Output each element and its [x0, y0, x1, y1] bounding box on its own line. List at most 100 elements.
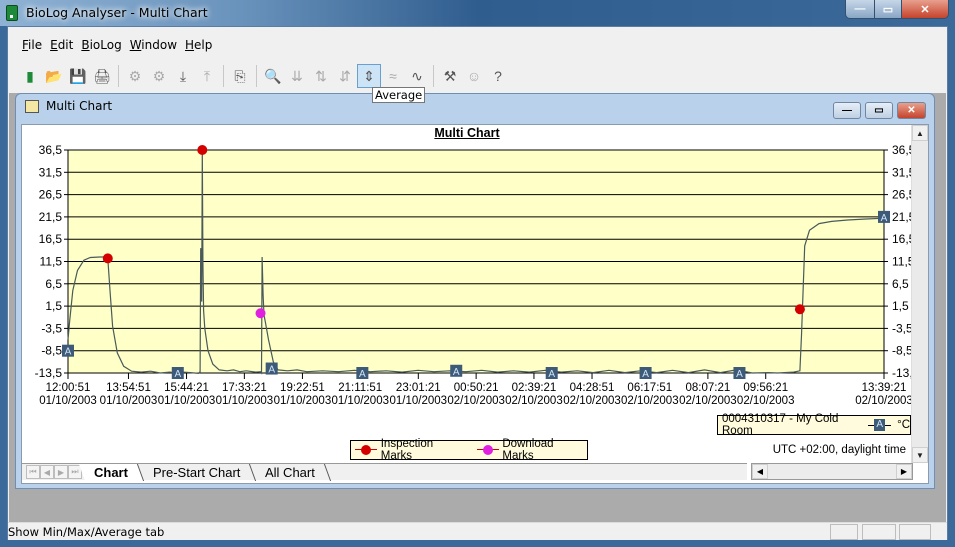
scroll-left-button[interactable]: ◀	[752, 464, 768, 479]
average-marker-label: A	[174, 369, 181, 380]
status-pane-3	[899, 524, 931, 540]
user-button[interactable]: ☺	[462, 64, 486, 88]
y-tick-label-left: 36,5	[39, 143, 63, 157]
tab-next-button[interactable]: ▶	[54, 465, 68, 479]
menu-help[interactable]: Help	[181, 35, 216, 55]
average-marker: A	[450, 364, 463, 378]
app-icon	[6, 5, 18, 21]
y-tick-label-left: 26,5	[39, 188, 63, 202]
logger-settings-button[interactable]: ⚙	[147, 64, 171, 88]
properties-button[interactable]: ⚙	[123, 64, 147, 88]
x-tick-date: 01/10/2003	[39, 395, 97, 407]
toolbar: ▮ 📂 💾 🖨 ⚙ ⚙ ⤓ ⤒ ⎘ 🔍 ⇊ ⇅ ⇵ ⇕ ≈ ∿ ⚒ ☺?	[12, 63, 510, 89]
x-tick-date: 01/10/2003	[216, 395, 274, 407]
tab-pre-start-chart[interactable]: Pre-Start Chart	[137, 463, 257, 481]
timezone-note: UTC +02:00, daylight time	[772, 444, 906, 456]
y-tick-label-left: -8,5	[41, 344, 62, 358]
tab-prev-button[interactable]: ◀	[40, 465, 54, 479]
y-tick-label-left: 16,5	[39, 232, 63, 246]
smooth-button[interactable]: ≈	[381, 64, 405, 88]
menu-window[interactable]: Window	[126, 35, 181, 55]
app-frame: File Edit BioLog Window Help ▮ 📂 💾 🖨 ⚙ ⚙ ⤓ ⤒ ⎘ 🔍 ⇊ ⇅ ⇵ ⇕ ≈…	[7, 26, 948, 540]
average-marker: A	[639, 367, 652, 380]
average-marker-label: A	[453, 367, 460, 378]
menu-edit[interactable]: Edit	[46, 35, 77, 55]
y-tick-label-right: 1,5	[892, 299, 909, 313]
tab-chart[interactable]: Chart	[78, 463, 145, 481]
x-tick-time: 02:39:21	[512, 382, 557, 394]
y-tick-label-left: -13,5	[35, 366, 63, 380]
x-tick-date: 02/10/2003	[855, 395, 912, 407]
menu-file[interactable]: File	[18, 35, 46, 55]
upload-button[interactable]: ⤒	[195, 64, 219, 88]
print-button[interactable]: 🖨	[90, 64, 114, 88]
min-max-icon: ⇵	[339, 67, 351, 84]
y-tick-label-left: 31,5	[39, 165, 63, 179]
open-folder-button[interactable]: 📂	[42, 64, 66, 88]
download-icon: ⤓	[179, 67, 187, 84]
x-tick-date: 02/10/2003	[679, 395, 737, 407]
inspection-mark-point	[102, 253, 113, 264]
y-tick-label-right: -3,5	[892, 321, 912, 335]
new-button[interactable]: ▮	[18, 64, 42, 88]
open-folder-icon: 📂	[45, 67, 63, 84]
print-icon: 🖨	[93, 67, 111, 84]
x-tick-date: 01/10/2003	[331, 395, 389, 407]
tab-all-chart[interactable]: All Chart	[250, 463, 332, 481]
close-button[interactable]: ✕	[901, 0, 948, 18]
chart-window-icon	[25, 100, 39, 113]
marks-legend: Inspection Marks Download Marks	[350, 438, 588, 462]
chart-svg[interactable]: 36,5 36,5 31,5 31,5 26,5 26,5 21,5 21,5 16,5 16,5…	[22, 125, 912, 425]
horizontal-scrollbar[interactable]: ◀ ▶	[751, 463, 913, 480]
x-tick-date: 01/10/2003	[274, 395, 332, 407]
x-tick-time: 13:39:21	[862, 382, 907, 394]
x-tick-time: 00:50:21	[454, 382, 499, 394]
y-tick-label-right: 16,5	[892, 232, 912, 246]
scroll-right-button[interactable]: ▶	[896, 464, 912, 479]
copy-icon: ⎘	[234, 67, 246, 84]
average-marker: A	[171, 367, 184, 380]
child-close-button[interactable]: ✕	[897, 102, 926, 119]
tools-button[interactable]: ⚒	[438, 64, 462, 88]
average-marker: A	[878, 210, 890, 224]
tab-first-button[interactable]: ⏮	[26, 465, 40, 479]
x-tick-date: 02/10/2003	[563, 395, 621, 407]
status-pane-1	[830, 524, 858, 540]
min-max-button[interactable]: ⇵	[333, 64, 357, 88]
min-mark-button[interactable]: ⇊	[285, 64, 309, 88]
vertical-scrollbar[interactable]: ▲ ▼	[911, 125, 928, 463]
y-tick-label-right: 36,5	[892, 143, 912, 157]
copy-button[interactable]: ⎘	[228, 64, 252, 88]
save-button[interactable]: 💾	[66, 64, 90, 88]
child-window-controls: — ▭ ✕	[833, 102, 926, 119]
x-tick-date: 02/10/2003	[447, 395, 505, 407]
child-minimize-button[interactable]: —	[833, 102, 861, 119]
chart-window-title: Multi Chart	[46, 99, 113, 113]
minimize-button[interactable]: —	[846, 0, 874, 18]
status-text: Show Min/Max/Average tab	[8, 525, 165, 539]
download-button[interactable]: ⤓	[171, 64, 195, 88]
average-marker: A	[733, 367, 746, 380]
scroll-up-button[interactable]: ▲	[912, 125, 928, 141]
scroll-down-button[interactable]: ▼	[912, 447, 928, 463]
toolbar-separator	[223, 65, 224, 87]
average-marker-label: A	[359, 369, 366, 380]
line-chart-icon: ∿	[411, 67, 423, 84]
average-marker: A	[265, 362, 278, 376]
average-marker: A	[62, 344, 74, 358]
child-maximize-button[interactable]: ▭	[865, 102, 893, 119]
context-help-button[interactable]: ?	[486, 64, 510, 88]
y-tick-label-left: 6,5	[45, 277, 62, 291]
app-title: BioLog Analyser - Multi Chart	[26, 5, 208, 20]
zoom-out-button[interactable]: 🔍	[261, 64, 285, 88]
user-icon: ☺	[466, 68, 482, 84]
menu-biolog[interactable]: BioLog	[77, 35, 125, 55]
x-tick-time: 19:22:51	[280, 382, 325, 394]
line-chart-button[interactable]: ∿	[405, 64, 429, 88]
maximize-button[interactable]: ▭	[874, 0, 901, 18]
multi-chart-window: Multi Chart — ▭ ✕ Multi Chart 36,536,531…	[15, 93, 935, 489]
y-tick-label-right: 26,5	[892, 188, 912, 202]
x-tick-time: 17:33:21	[222, 382, 267, 394]
average-button[interactable]: ⇕	[357, 64, 381, 88]
max-mark-button[interactable]: ⇅	[309, 64, 333, 88]
